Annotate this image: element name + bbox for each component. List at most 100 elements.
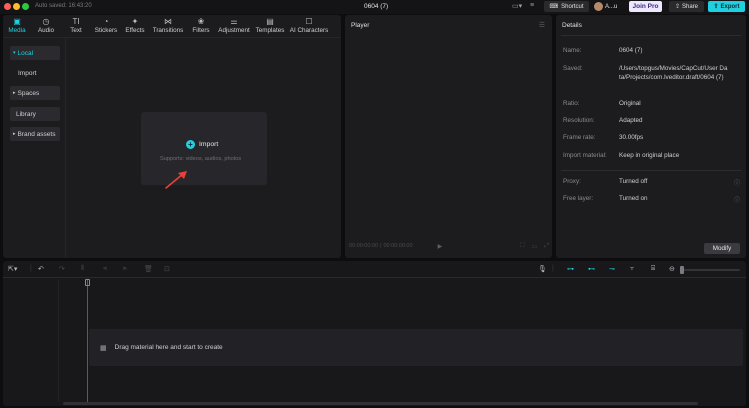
split-right-icon[interactable]: ⫸ bbox=[123, 265, 127, 273]
tab-stickers[interactable]: ◔ Stickers bbox=[91, 15, 121, 37]
preview-axis-icon[interactable]: ⫟ bbox=[630, 265, 634, 273]
user-account[interactable]: A...u bbox=[594, 1, 617, 12]
track-header-area bbox=[3, 279, 59, 402]
tab-label: Filters bbox=[192, 27, 210, 34]
tab-label: Audio bbox=[37, 27, 55, 34]
sidebar-item-local[interactable]: ▾ Local bbox=[10, 46, 60, 60]
auto-snapping-icon[interactable]: ⊷ bbox=[588, 265, 595, 273]
tab-media[interactable]: ▣ Media bbox=[3, 15, 31, 37]
detail-label: Resolution: bbox=[563, 117, 595, 124]
detail-label: Free layer: bbox=[563, 195, 594, 202]
tab-text[interactable]: TI Text bbox=[61, 15, 91, 37]
title-bar: Auto saved: 16:43:20 0604 (7) ▭▾ ≡ ⌨ Sho… bbox=[0, 0, 749, 14]
details-title: Details bbox=[562, 22, 582, 29]
hamburger-menu-icon[interactable]: ☰ bbox=[539, 21, 545, 29]
sidebar-item-label: Brand assets bbox=[17, 130, 56, 138]
export-button[interactable]: ⇧ Export bbox=[708, 1, 745, 12]
fullscreen-icon[interactable]: ⤢ bbox=[544, 243, 549, 250]
media-icon: ▣ bbox=[13, 17, 21, 26]
media-panel: ▣ Media ◷ Audio TI Text ◔ Stickers ✦ Eff… bbox=[3, 15, 341, 258]
minimize-window-button[interactable] bbox=[13, 3, 20, 10]
detail-label: Import material: bbox=[563, 152, 607, 159]
detail-value: 30.00fps bbox=[619, 134, 644, 141]
import-button[interactable]: + Import bbox=[186, 140, 218, 149]
layout-icon[interactable]: ▭▾ bbox=[512, 2, 522, 12]
playhead-handle[interactable] bbox=[85, 279, 90, 286]
join-pro-button[interactable]: Join Pro bbox=[629, 1, 662, 12]
captions-icon[interactable]: ⌸ bbox=[651, 265, 655, 273]
tab-ai-characters[interactable]: ☐ AI Characters bbox=[287, 15, 331, 37]
timeline-scrollbar[interactable] bbox=[63, 402, 698, 405]
shortcut-label: Shortcut bbox=[561, 3, 584, 10]
toolbar-divider: | bbox=[30, 265, 32, 272]
share-button[interactable]: ⇪ Share bbox=[669, 1, 704, 12]
tab-label: Media bbox=[8, 27, 26, 34]
tab-effects[interactable]: ✦ Effects bbox=[121, 15, 149, 37]
shortcut-button[interactable]: ⌨ Shortcut bbox=[544, 1, 589, 12]
sidebar-item-library[interactable]: Library bbox=[10, 107, 60, 121]
detail-label: Frame rate: bbox=[563, 134, 596, 141]
tab-label: Text bbox=[70, 27, 82, 34]
tab-templates[interactable]: ▤ Templates bbox=[253, 15, 287, 37]
crop-icon[interactable]: ⊡ bbox=[164, 265, 170, 273]
delete-icon[interactable]: 🗑 bbox=[144, 265, 153, 273]
linkage-icon[interactable]: ⊸ bbox=[609, 265, 615, 273]
plus-icon: + bbox=[186, 140, 195, 149]
modify-button[interactable]: Modify bbox=[704, 243, 740, 254]
share-icon: ⇪ bbox=[674, 4, 680, 10]
undo-icon[interactable]: ↶ bbox=[38, 265, 44, 273]
templates-icon: ▤ bbox=[266, 17, 274, 26]
detail-proxy-row: Proxy: Turned off bbox=[563, 178, 729, 187]
tab-label: Effects bbox=[125, 27, 145, 34]
tab-adjustment[interactable]: ⚌ Adjustment bbox=[215, 15, 253, 37]
ratio-icon[interactable]: ▭ bbox=[532, 243, 538, 250]
keyboard-icon: ⌨ bbox=[549, 4, 559, 10]
autosave-status: Auto saved: 16:43:20 bbox=[35, 3, 92, 9]
tab-label: Stickers bbox=[94, 27, 118, 34]
import-drop-area[interactable]: + Import Supports: videos, audios, photo… bbox=[141, 112, 267, 185]
sidebar-item-label: Spaces bbox=[17, 89, 40, 97]
playhead-line[interactable] bbox=[87, 279, 88, 402]
timecode-separator: | bbox=[380, 243, 382, 249]
split-icon[interactable]: ⫴ bbox=[81, 265, 84, 273]
detail-value: Turned on bbox=[619, 195, 648, 202]
tab-label: Templates bbox=[255, 27, 285, 34]
sidebar-item-import[interactable]: Import bbox=[10, 66, 60, 80]
proxy-info-icon[interactable]: ⓘ bbox=[734, 178, 740, 187]
effects-icon: ✦ bbox=[131, 17, 139, 26]
timeline-drop-zone[interactable]: ▦ Drag material here and start to create bbox=[89, 329, 743, 366]
red-arrow-annotation bbox=[165, 171, 187, 189]
total-timecode: 00:00:00:00 bbox=[383, 243, 413, 249]
sidebar-item-brand-assets[interactable]: ▸ Brand assets bbox=[10, 127, 60, 141]
menu-icon[interactable]: ≡ bbox=[530, 2, 534, 12]
caret-right-icon: ▸ bbox=[13, 90, 16, 96]
detail-value: /Users/topgus/Movies/CapCut/User Data/Pr… bbox=[619, 65, 728, 81]
redo-icon[interactable]: ↷ bbox=[59, 265, 65, 273]
detail-label: Name: bbox=[563, 47, 582, 54]
avatar bbox=[594, 2, 603, 11]
caret-down-icon: ▾ bbox=[13, 50, 16, 56]
detail-resolution-row: Resolution: Adapted bbox=[563, 117, 729, 126]
player-panel: Player ☰ 00:00:00:00 | 00:00:00:00 ▶ ⛶ ▭… bbox=[345, 15, 552, 258]
stickers-icon: ◔ bbox=[103, 17, 109, 26]
fit-frame-icon[interactable]: ⛶ bbox=[520, 243, 524, 250]
zoom-slider[interactable] bbox=[680, 266, 740, 274]
close-window-button[interactable] bbox=[4, 3, 11, 10]
sidebar-item-spaces[interactable]: ▸ Spaces bbox=[10, 86, 60, 100]
select-tool-icon[interactable]: ⇱▾ bbox=[8, 265, 17, 273]
zoom-window-button[interactable] bbox=[22, 3, 29, 10]
play-icon[interactable]: ▶ bbox=[438, 243, 443, 250]
tab-filters[interactable]: ❀ Filters bbox=[187, 15, 215, 37]
microphone-icon[interactable]: 🎙 bbox=[538, 265, 547, 273]
tab-transitions[interactable]: ⋈ Transitions bbox=[149, 15, 187, 37]
divider bbox=[561, 35, 741, 36]
filters-icon: ❀ bbox=[197, 17, 205, 26]
main-track-magnet-icon[interactable]: ⊶ bbox=[567, 265, 574, 273]
zoom-out-icon[interactable]: ⊖ bbox=[669, 265, 675, 273]
tab-audio[interactable]: ◷ Audio bbox=[31, 15, 61, 37]
zoom-slider-handle[interactable] bbox=[680, 266, 684, 274]
free-layer-info-icon[interactable]: ⓘ bbox=[734, 195, 740, 204]
split-left-icon[interactable]: ⫷ bbox=[103, 265, 107, 273]
sidebar-item-label: Import bbox=[18, 69, 37, 77]
sidebar-item-label: Library bbox=[16, 110, 36, 118]
